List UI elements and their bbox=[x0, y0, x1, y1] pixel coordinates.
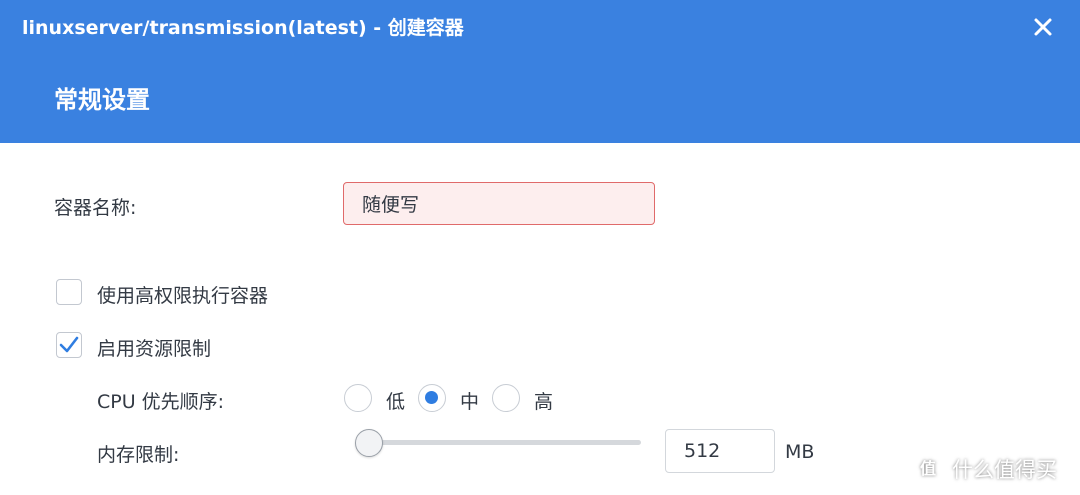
privileged-label: 使用高权限执行容器 bbox=[97, 285, 269, 307]
memory-limit-input[interactable] bbox=[665, 429, 775, 473]
memory-slider-track[interactable] bbox=[368, 440, 641, 445]
container-name-input[interactable] bbox=[343, 182, 655, 225]
watermark-text: 什么值得买 bbox=[952, 458, 1057, 482]
checkmark-icon bbox=[59, 336, 79, 353]
container-name-label: 容器名称: bbox=[54, 197, 137, 219]
resource-limit-checkbox[interactable] bbox=[56, 332, 82, 358]
svg-text:值: 值 bbox=[920, 459, 936, 478]
resource-limit-label: 启用资源限制 bbox=[97, 338, 212, 360]
section-title: 常规设置 bbox=[54, 86, 150, 114]
cpu-priority-label: CPU 优先顺序: bbox=[97, 391, 225, 413]
memory-unit-label: MB bbox=[785, 441, 815, 463]
cpu-priority-high-radio[interactable] bbox=[492, 384, 520, 412]
smzdm-logo-icon: 值 bbox=[912, 452, 944, 484]
window-title: linuxserver/transmission(latest) - 创建容器 bbox=[22, 17, 464, 39]
dialog-header: linuxserver/transmission(latest) - 创建容器 … bbox=[0, 0, 1080, 143]
close-button[interactable] bbox=[1026, 10, 1060, 44]
memory-limit-label: 内存限制: bbox=[97, 444, 180, 466]
cpu-priority-high-label: 高 bbox=[534, 391, 554, 413]
memory-slider-thumb[interactable] bbox=[355, 429, 383, 457]
cpu-priority-low-radio[interactable] bbox=[344, 384, 372, 412]
close-icon bbox=[1034, 18, 1052, 36]
cpu-priority-medium-radio[interactable] bbox=[418, 384, 446, 412]
cpu-priority-low-label: 低 bbox=[386, 391, 406, 413]
cpu-priority-medium-label: 中 bbox=[460, 391, 480, 413]
privileged-checkbox[interactable] bbox=[56, 279, 82, 305]
